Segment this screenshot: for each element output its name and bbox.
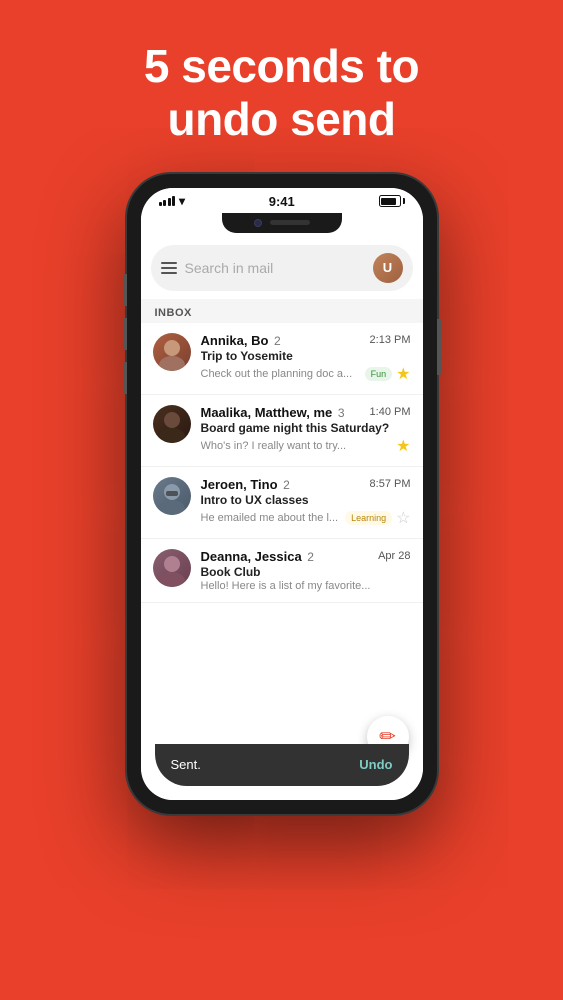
email-preview-row-2: Who's in? I really want to try... ★ (201, 436, 411, 456)
search-placeholder[interactable]: Search in mail (185, 260, 365, 276)
email-count-1: 2 (274, 334, 281, 348)
notch (222, 213, 342, 233)
email-subject-1: Trip to Yosemite (201, 349, 411, 363)
email-time-4: Apr 28 (378, 550, 410, 562)
email-header-1: Annika, Bo 2 2:13 PM (201, 333, 411, 348)
avatar-annika (153, 333, 191, 371)
search-bar[interactable]: Search in mail U (151, 245, 413, 291)
battery-body (379, 195, 401, 207)
star-icon-1[interactable]: ★ (396, 364, 410, 384)
hero-heading: 5 seconds to undo send (144, 40, 419, 146)
email-preview-row-3: He emailed me about the l... Learning ☆ (201, 508, 411, 528)
email-header-3: Jeroen, Tino 2 8:57 PM (201, 477, 411, 492)
email-count-4: 2 (307, 550, 314, 564)
email-preview-2: Who's in? I really want to try... (201, 440, 393, 452)
avatar-jeroen (153, 477, 191, 515)
email-preview-row-1: Check out the planning doc a... Fun ★ (201, 364, 411, 384)
email-subject-2: Board game night this Saturday? (201, 421, 411, 435)
email-item-3[interactable]: Jeroen, Tino 2 8:57 PM Intro to UX class… (141, 467, 423, 539)
notch-area (141, 213, 423, 237)
email-content-1: Annika, Bo 2 2:13 PM Trip to Yosemite Ch… (201, 333, 411, 384)
phone-mockup: ▾ 9:41 (127, 174, 437, 814)
signal-bar-1 (159, 202, 162, 206)
tag-fun-1: Fun (365, 367, 393, 381)
email-tags-3: Learning ☆ (345, 508, 410, 528)
status-bar: ▾ 9:41 (141, 188, 423, 213)
phone-screen: ▾ 9:41 (141, 188, 423, 800)
email-sender-3: Jeroen, Tino 2 (201, 477, 290, 492)
avatar-deanna (153, 549, 191, 587)
camera-icon (254, 219, 262, 227)
email-preview-4: Hello! Here is a list of my favorite... (201, 580, 411, 592)
star-icon-2[interactable]: ★ (396, 436, 410, 456)
email-count-3: 2 (283, 478, 290, 492)
email-item-4[interactable]: Deanna, Jessica 2 Apr 28 Book Club Hello… (141, 539, 423, 603)
search-bar-container: Search in mail U (141, 237, 423, 299)
tag-learning-3: Learning (345, 511, 392, 525)
email-content-3: Jeroen, Tino 2 8:57 PM Intro to UX class… (201, 477, 411, 528)
signal-bar-3 (168, 198, 171, 206)
email-tags-1: Fun ★ (365, 364, 411, 384)
speaker (270, 220, 310, 225)
email-sender-2: Maalika, Matthew, me 3 (201, 405, 345, 420)
email-content-2: Maalika, Matthew, me 3 1:40 PM Board gam… (201, 405, 411, 456)
battery-tip (403, 198, 405, 204)
signal-bars (159, 196, 176, 206)
email-preview-row-4: Hello! Here is a list of my favorite... (201, 580, 411, 592)
snackbar-message: Sent. (171, 757, 201, 772)
email-content-4: Deanna, Jessica 2 Apr 28 Book Club Hello… (201, 549, 411, 592)
battery-fill (381, 198, 396, 205)
email-time-1: 2:13 PM (370, 334, 411, 346)
snackbar: Sent. Undo (155, 744, 409, 786)
signal-bar-2 (163, 200, 166, 206)
user-avatar[interactable]: U (373, 253, 403, 283)
email-time-3: 8:57 PM (370, 478, 411, 490)
email-item-1[interactable]: Annika, Bo 2 2:13 PM Trip to Yosemite Ch… (141, 323, 423, 395)
email-subject-3: Intro to UX classes (201, 493, 411, 507)
email-tags-2: ★ (396, 436, 410, 456)
signal-bar-4 (172, 196, 175, 206)
wifi-icon: ▾ (179, 194, 185, 208)
email-sender-4: Deanna, Jessica 2 (201, 549, 314, 564)
battery-icon (379, 195, 405, 207)
email-subject-4: Book Club (201, 565, 411, 579)
email-sender-1: Annika, Bo 2 (201, 333, 281, 348)
star-outline-3[interactable]: ☆ (396, 508, 410, 528)
email-preview-3: He emailed me about the l... (201, 512, 342, 524)
status-left: ▾ (159, 194, 186, 208)
avatar-maalika (153, 405, 191, 443)
email-header-2: Maalika, Matthew, me 3 1:40 PM (201, 405, 411, 420)
email-time-2: 1:40 PM (370, 406, 411, 418)
email-header-4: Deanna, Jessica 2 Apr 28 (201, 549, 411, 564)
inbox-label: INBOX (141, 299, 423, 323)
email-count-2: 3 (338, 406, 345, 420)
email-preview-1: Check out the planning doc a... (201, 368, 361, 380)
menu-icon[interactable] (161, 262, 177, 274)
email-item-2[interactable]: Maalika, Matthew, me 3 1:40 PM Board gam… (141, 395, 423, 467)
status-time: 9:41 (269, 194, 295, 209)
undo-button[interactable]: Undo (359, 757, 392, 772)
